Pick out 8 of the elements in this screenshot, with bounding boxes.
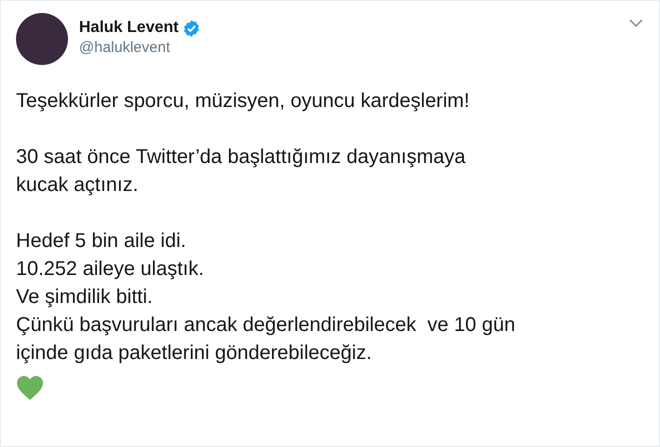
heart-icon [16,375,44,401]
author-handle[interactable]: @haluklevent [79,38,618,58]
tweet-paragraph: Hedef 5 bin aile idi. 10.252 aileye ulaştık. Ve şimdilik bitti. Çünkü başvuruları ancak değerlendirebilecek ve 10 gün içinde gıda paketlerini gönderebileceğiz. [16,229,516,366]
author-name[interactable]: Haluk Levent [79,18,179,38]
tweet-paragraph: 30 saat önce Twitter’da başlattığımız dayanışmaya kucak açtınız. [16,145,466,198]
chevron-down-icon[interactable] [629,19,643,27]
tweet-paragraph: Teşekkürler sporcu, müzisyen, oyuncu kardeşlerim! [16,89,470,114]
avatar-photo-placeholder[interactable] [16,13,68,65]
